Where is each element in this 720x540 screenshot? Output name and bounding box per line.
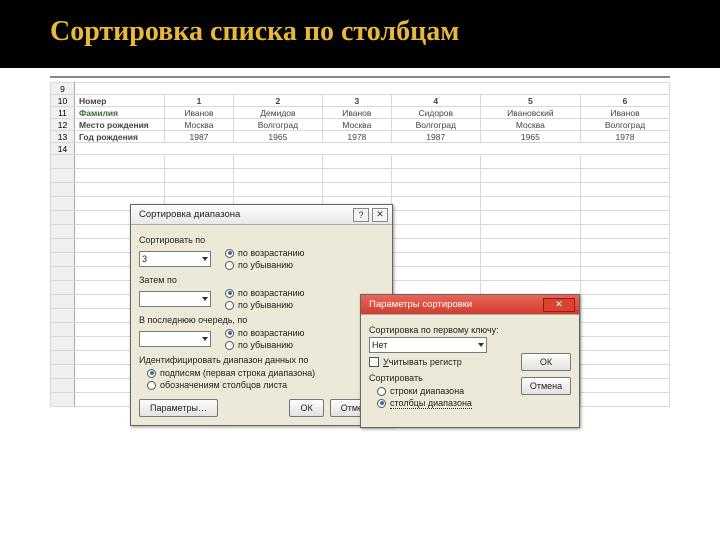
then-by-label: Затем по (139, 275, 384, 285)
chevron-down-icon (478, 343, 484, 347)
chevron-down-icon (202, 337, 208, 341)
radio-desc-1[interactable]: по убыванию (225, 259, 304, 271)
last-by-select[interactable] (139, 331, 211, 347)
row-num: 14 (51, 143, 75, 155)
cancel-button[interactable]: Отмена (521, 377, 571, 395)
cell-label[interactable]: Фамилия (75, 107, 165, 119)
cell-label[interactable]: Год рождения (75, 131, 165, 143)
cell[interactable]: 1987 (391, 131, 480, 143)
cell[interactable]: Иванов (322, 107, 391, 119)
sort-by-select[interactable]: 3 (139, 251, 211, 267)
last-by-label: В последнюю очередь, по (139, 315, 384, 325)
close-icon[interactable]: ✕ (372, 208, 388, 222)
slide-title: Сортировка списка по столбцам (0, 0, 720, 68)
cell[interactable]: Москва (322, 119, 391, 131)
radio-desc-2[interactable]: по убыванию (225, 299, 304, 311)
radio-asc-1[interactable]: по возрастанию (225, 247, 304, 259)
cell[interactable]: 1965 (480, 131, 580, 143)
params-button[interactable]: Параметры… (139, 399, 218, 417)
then-by-select[interactable] (139, 291, 211, 307)
help-icon[interactable]: ? (353, 208, 369, 222)
cell[interactable]: 3 (322, 95, 391, 107)
cell[interactable]: 6 (581, 95, 670, 107)
row-num: 13 (51, 131, 75, 143)
radio-id-labels[interactable]: подписям (первая строка диапазона) (147, 367, 384, 379)
first-key-label: Сортировка по первому ключу: (369, 325, 571, 335)
cell[interactable]: Волгоград (233, 119, 322, 131)
radio-asc-2[interactable]: по возрастанию (225, 287, 304, 299)
ok-button[interactable]: ОК (521, 353, 571, 371)
dialog-titlebar[interactable]: Сортировка диапазона ? ✕ (131, 205, 392, 225)
cell[interactable]: Сидоров (391, 107, 480, 119)
sort-by-label: Сортировать по (139, 235, 384, 245)
row-num: 9 (51, 83, 75, 95)
radio-sort-cols[interactable]: столбцы диапазона (377, 397, 571, 409)
chevron-down-icon (202, 297, 208, 301)
cell[interactable]: Москва (480, 119, 580, 131)
row-num: 10 (51, 95, 75, 107)
cell[interactable]: 5 (480, 95, 580, 107)
cell[interactable]: Иванов (581, 107, 670, 119)
radio-asc-3[interactable]: по возрастанию (225, 327, 304, 339)
radio-desc-3[interactable]: по убыванию (225, 339, 304, 351)
cell[interactable]: Волгоград (391, 119, 480, 131)
cell[interactable]: Иванов (165, 107, 234, 119)
cell[interactable]: 1987 (165, 131, 234, 143)
divider (50, 76, 670, 78)
cell[interactable]: 1978 (322, 131, 391, 143)
cell[interactable]: Ивановский (480, 107, 580, 119)
cell[interactable]: Демидов (233, 107, 322, 119)
cell[interactable]: 1 (165, 95, 234, 107)
cell[interactable]: Москва (165, 119, 234, 131)
cell[interactable]: 1978 (581, 131, 670, 143)
sort-options-dialog: Параметры сортировки ✕ Сортировка по пер… (360, 294, 580, 428)
row-num: 11 (51, 107, 75, 119)
dialog-title-text: Сортировка диапазона (139, 209, 240, 220)
cell-label[interactable]: Номер (75, 95, 165, 107)
identify-label: Идентифицировать диапазон данных по (139, 355, 384, 365)
dialog-title-text: Параметры сортировки (369, 299, 472, 310)
dialog-titlebar[interactable]: Параметры сортировки ✕ (361, 295, 579, 315)
close-icon[interactable]: ✕ (543, 298, 575, 312)
ok-button[interactable]: ОК (289, 399, 323, 417)
sort-range-dialog: Сортировка диапазона ? ✕ Сортировать по … (130, 204, 393, 426)
cell[interactable]: Волгоград (581, 119, 670, 131)
cell[interactable]: 4 (391, 95, 480, 107)
radio-id-cols[interactable]: обозначениям столбцов листа (147, 379, 384, 391)
chevron-down-icon (202, 257, 208, 261)
cell[interactable]: 1965 (233, 131, 322, 143)
cell[interactable]: 2 (233, 95, 322, 107)
cell-label[interactable]: Место рождения (75, 119, 165, 131)
first-key-select[interactable]: Нет (369, 337, 487, 353)
row-num: 12 (51, 119, 75, 131)
